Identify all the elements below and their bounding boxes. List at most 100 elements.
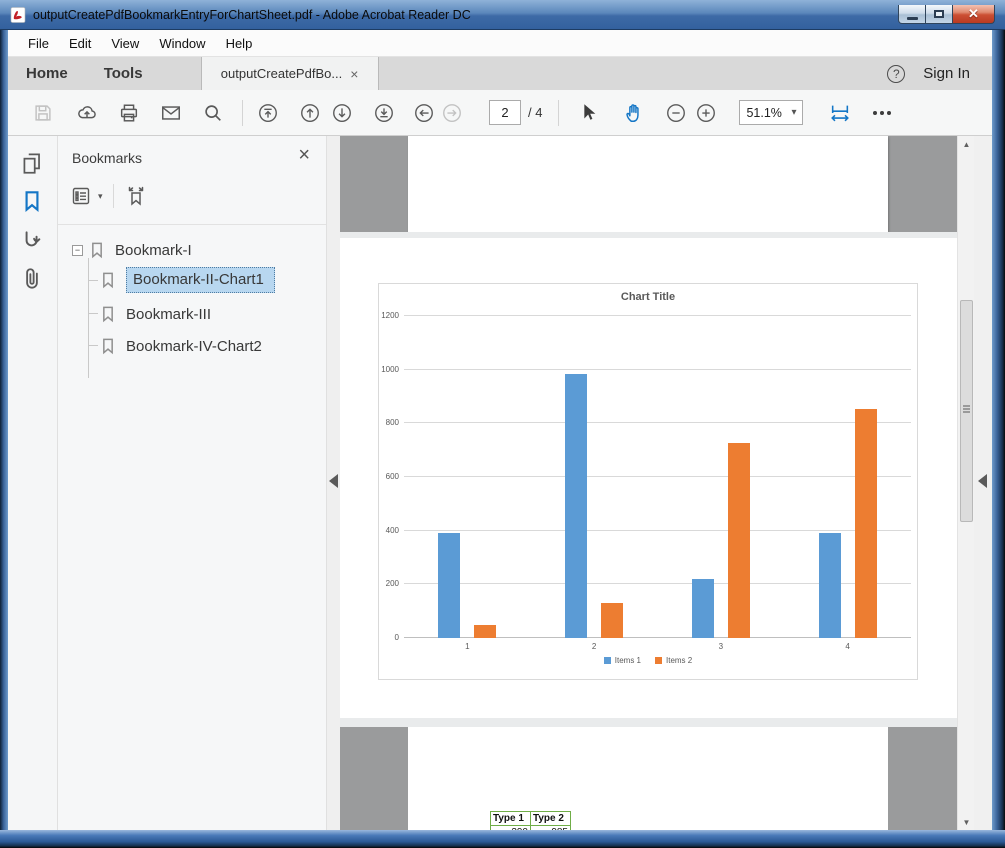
- bookmark-row-3[interactable]: Bookmark-III: [98, 300, 211, 328]
- document-tab-close-icon[interactable]: ×: [350, 66, 358, 82]
- first-page-icon: [257, 102, 279, 124]
- scroll-up-icon[interactable]: ▲: [958, 136, 975, 152]
- help-icon[interactable]: ?: [887, 65, 905, 83]
- bar-items-1-cat3: [692, 579, 714, 638]
- page-1: [408, 136, 888, 232]
- chart-y-tick-label: 200: [386, 579, 399, 588]
- zoom-in-button[interactable]: [693, 100, 719, 126]
- title-bar: outputCreatePdfBookmarkEntryForChartShee…: [0, 0, 1005, 30]
- tab-tools[interactable]: Tools: [86, 57, 161, 90]
- restore-icon: [934, 10, 944, 18]
- menu-edit[interactable]: Edit: [59, 32, 101, 55]
- window-border-bottom: [0, 830, 1005, 848]
- new-bookmark-icon[interactable]: [124, 184, 148, 208]
- share-button[interactable]: [74, 100, 100, 126]
- tab-home[interactable]: Home: [8, 57, 86, 90]
- sign-in-button[interactable]: Sign In: [923, 65, 970, 82]
- email-button[interactable]: [158, 100, 184, 126]
- minimize-button[interactable]: [898, 5, 926, 24]
- expand-tools-pane-arrow-icon[interactable]: [978, 474, 987, 488]
- bookmark-item-icon: [98, 336, 118, 356]
- expand-collapse-icon[interactable]: −: [72, 245, 83, 256]
- vertical-scrollbar[interactable]: ▲ ▼: [957, 136, 974, 830]
- ellipsis-icon: [873, 111, 891, 115]
- collapse-panel-arrow-icon[interactable]: [329, 474, 338, 488]
- last-page-icon: [373, 102, 395, 124]
- page-number-input[interactable]: [489, 100, 521, 125]
- zoom-level-select[interactable]: 51.1% ▾: [739, 100, 803, 125]
- bookmarks-panel-button[interactable]: [19, 188, 47, 216]
- table-header-type2: Type 2: [531, 812, 571, 826]
- menu-file[interactable]: File: [18, 32, 59, 55]
- scrollbar-thumb[interactable]: [960, 300, 973, 522]
- bookmarks-icon: [19, 188, 45, 214]
- bookmark-row-4[interactable]: Bookmark-IV-Chart2: [98, 332, 262, 360]
- search-button[interactable]: [200, 100, 226, 126]
- page-3: Type 1 Type 2 390 985: [408, 727, 888, 830]
- scroll-down-icon[interactable]: ▼: [958, 814, 975, 830]
- legend-swatch: [655, 657, 662, 664]
- chart-legend: Items 1 Items 2: [379, 656, 917, 665]
- more-tools-button[interactable]: [869, 100, 895, 126]
- bar-items-1-cat4: [819, 533, 841, 638]
- legend-label: Items 2: [666, 656, 692, 665]
- bookmark-label[interactable]: Bookmark-I: [115, 242, 192, 259]
- chart-bar-group: [565, 316, 623, 638]
- tools-pane-strip: [974, 136, 992, 830]
- bar-items-2-cat2: [601, 603, 623, 638]
- bookmark-label[interactable]: Bookmark-IV-Chart2: [126, 338, 262, 355]
- pointer-icon: [577, 102, 599, 124]
- tab-document[interactable]: outputCreatePdfBo... ×: [201, 57, 379, 90]
- zoom-out-button[interactable]: [663, 100, 689, 126]
- close-button[interactable]: ✕: [953, 5, 995, 24]
- next-page-button[interactable]: [329, 100, 355, 126]
- bookmark-row-1[interactable]: − Bookmark-I: [72, 236, 192, 264]
- paperclip-icon: [19, 266, 45, 292]
- chart-y-tick-label: 0: [395, 633, 399, 642]
- signatures-icon: [19, 228, 45, 254]
- document-canvas[interactable]: Chart Title 020040060080010001200 1234 I…: [340, 136, 957, 830]
- signatures-panel-button[interactable]: [19, 228, 47, 256]
- bar-items-2-cat3: [728, 443, 750, 638]
- back-button[interactable]: [411, 100, 437, 126]
- bookmark-item-icon: [98, 270, 118, 290]
- fit-width-button[interactable]: [827, 100, 853, 126]
- worksheet-table: Type 1 Type 2 390 985: [490, 811, 571, 830]
- hand-tool-icon: [623, 102, 645, 124]
- attachments-panel-button[interactable]: [19, 266, 47, 294]
- print-button[interactable]: [116, 100, 142, 126]
- bookmark-item-icon: [98, 304, 118, 324]
- save-icon: [32, 102, 54, 124]
- hand-tool-button[interactable]: [621, 100, 647, 126]
- save-button[interactable]: [30, 100, 56, 126]
- fit-width-icon: [829, 102, 851, 124]
- chart: Chart Title 020040060080010001200 1234 I…: [378, 283, 918, 680]
- menu-view[interactable]: View: [101, 32, 149, 55]
- bookmark-item-icon: [87, 240, 107, 260]
- previous-page-button[interactable]: [297, 100, 323, 126]
- forward-button[interactable]: [439, 100, 465, 126]
- bookmark-row-2-selected[interactable]: Bookmark-II-Chart1: [98, 266, 275, 294]
- bar-items-1-cat2: [565, 374, 587, 638]
- bookmarks-panel-close-icon[interactable]: ×: [298, 144, 310, 167]
- legend-item: Items 1: [604, 656, 641, 665]
- bookmark-label[interactable]: Bookmark-III: [126, 306, 211, 323]
- restore-button[interactable]: [926, 5, 953, 24]
- bar-items-2-cat4: [855, 409, 877, 638]
- select-tool-button[interactable]: [575, 100, 601, 126]
- email-icon: [160, 102, 182, 124]
- table-header-type1: Type 1: [491, 812, 531, 826]
- menu-help[interactable]: Help: [216, 32, 263, 55]
- tab-bar: Home Tools outputCreatePdfBo... × ? Sign…: [8, 57, 992, 90]
- menu-window[interactable]: Window: [149, 32, 215, 55]
- chart-x-tick-label: 2: [592, 642, 596, 651]
- bookmark-label-selected[interactable]: Bookmark-II-Chart1: [126, 267, 275, 293]
- window-border-right: [992, 30, 1005, 830]
- bookmark-options-icon[interactable]: [70, 184, 94, 208]
- page-thumbnails-button[interactable]: [19, 150, 47, 178]
- acrobat-window: outputCreatePdfBookmarkEntryForChartShee…: [0, 0, 1005, 848]
- last-page-button[interactable]: [371, 100, 397, 126]
- panel-collapse-strip: [326, 136, 340, 830]
- first-page-button[interactable]: [255, 100, 281, 126]
- cloud-upload-icon: [76, 102, 98, 124]
